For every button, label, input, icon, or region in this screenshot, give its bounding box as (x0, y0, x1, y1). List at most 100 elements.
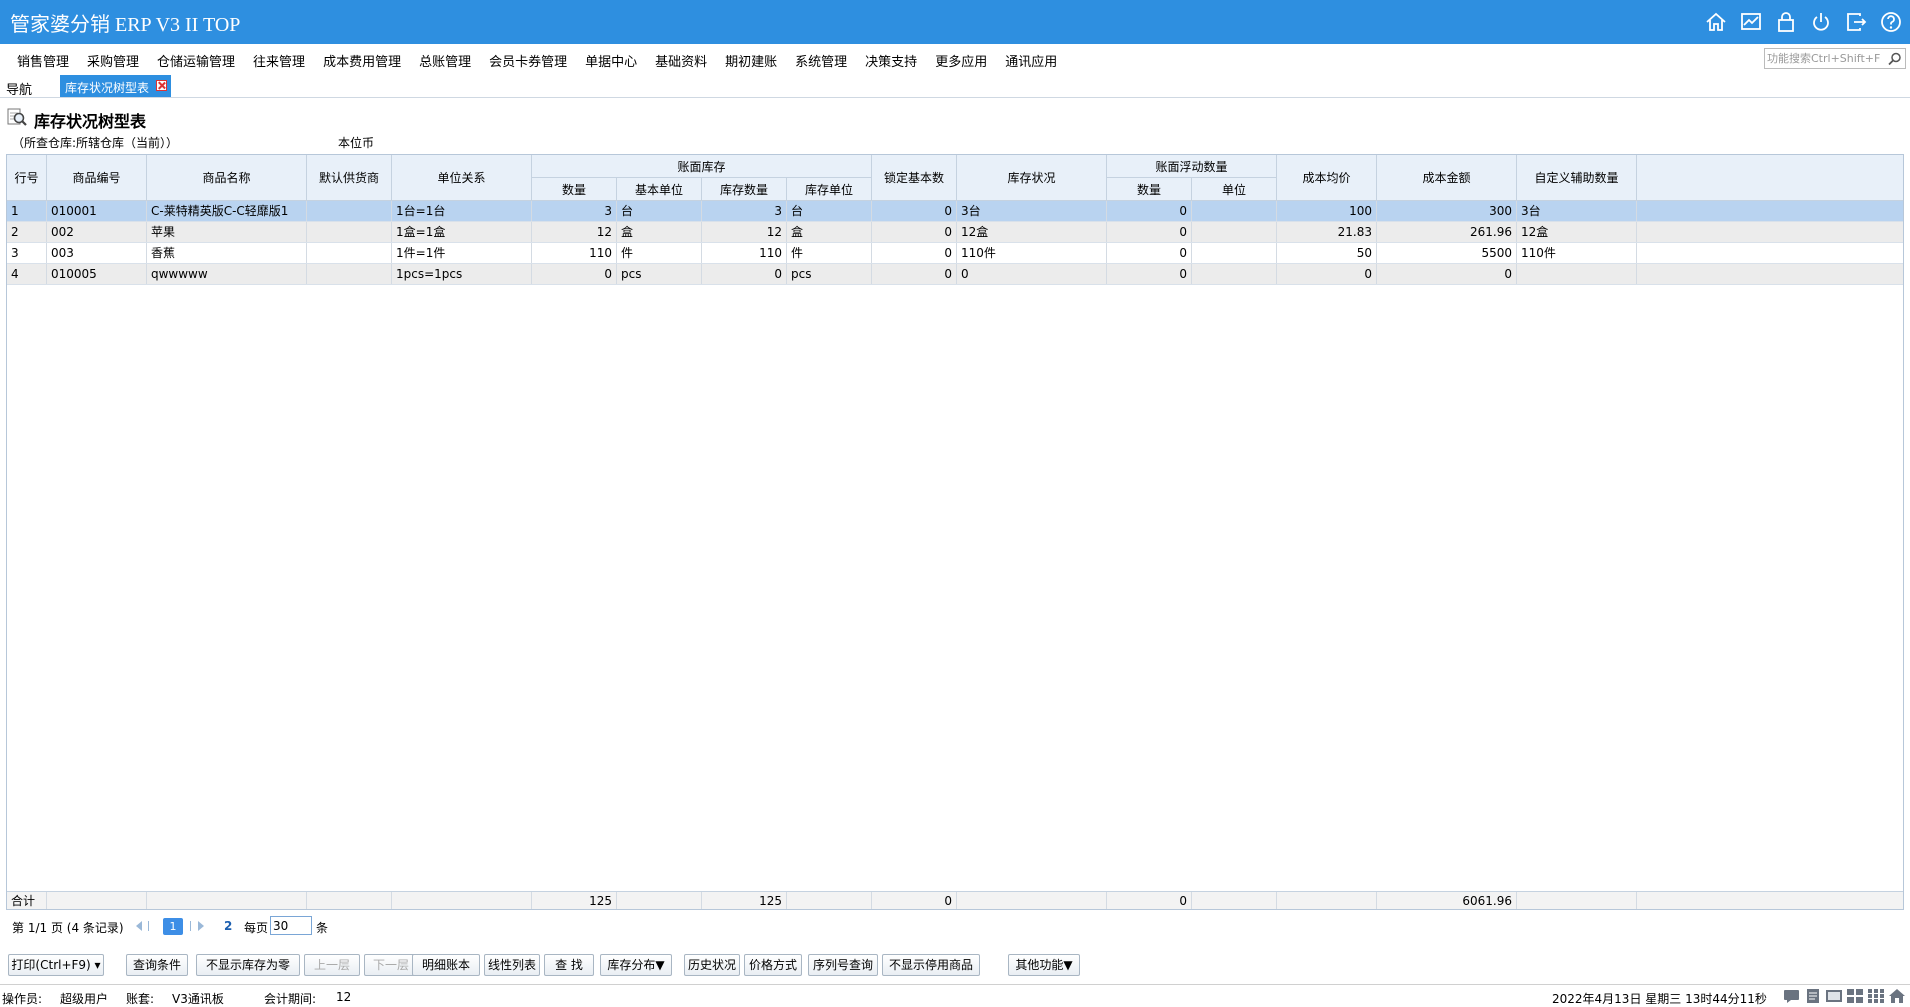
header-name[interactable]: 商品名称 (147, 155, 307, 201)
table-row[interactable]: 4 010005 qwwwww 1pcs=1pcs 0 pcs 0 pcs 0 0 0 0 0 (7, 264, 1903, 285)
toolbar-button-0[interactable]: 打印(Ctrl+F9) ▾ (8, 954, 104, 976)
cell-status: 0 (957, 264, 1107, 284)
home-small-icon[interactable] (1888, 988, 1906, 1004)
header-stock-status[interactable]: 库存状况 (957, 155, 1107, 201)
header-supplier[interactable]: 默认供货商 (307, 155, 392, 201)
header-base-unit[interactable]: 基本单位 (617, 178, 702, 201)
menu-item-5[interactable]: 总账管理 (410, 51, 480, 70)
currency-text: 本位币 (338, 136, 375, 150)
account-label: 账套: (126, 992, 155, 1006)
summary-empty-cell (307, 892, 392, 909)
cell-float-unit (1192, 243, 1277, 263)
summary-empty-cell (1517, 892, 1637, 909)
tab-inventory-tree-report[interactable]: 库存状况树型表 (60, 75, 172, 97)
page-size-input[interactable] (270, 916, 312, 935)
cell-qty: 12 (532, 222, 617, 242)
status-bar: 操作员: 超级用户 账套: V3通讯板 会计期间: 12 2022年4月13日 … (0, 984, 1910, 1007)
header-custom-qty[interactable]: 自定义辅助数量 (1517, 155, 1637, 201)
header-stock-qty[interactable]: 库存数量 (702, 178, 787, 201)
header-locked-base[interactable]: 锁定基本数 (872, 155, 957, 201)
header-float-num[interactable]: 数量 (1107, 178, 1192, 201)
help-icon[interactable] (1878, 9, 1904, 35)
cell-float-num: 0 (1107, 264, 1192, 284)
toolbar-button-9[interactable]: 历史状况 (684, 954, 740, 976)
title-bar: 管家婆分销 ERP V3 II TOP (0, 0, 1910, 44)
menu-item-9[interactable]: 期初建账 (716, 51, 786, 70)
cell-code: 010005 (47, 264, 147, 284)
header-stock-unit[interactable]: 库存单位 (787, 178, 872, 201)
menu-item-0[interactable]: 销售管理 (8, 51, 78, 70)
header-float-unit[interactable]: 单位 (1192, 178, 1277, 201)
power-icon[interactable] (1808, 9, 1834, 35)
close-icon[interactable] (156, 80, 168, 91)
header-unit-relation[interactable]: 单位关系 (392, 155, 532, 201)
toolbar-button-2[interactable]: 不显示库存为零 (196, 954, 300, 976)
header-cost-amount[interactable]: 成本金额 (1377, 155, 1517, 201)
menu-item-13[interactable]: 通讯应用 (996, 51, 1066, 70)
document-icon[interactable] (1804, 988, 1822, 1004)
lock-icon[interactable] (1773, 9, 1799, 35)
toolbar-button-3: 上一层 (304, 954, 360, 976)
page-title: 库存状况树型表 (34, 112, 147, 131)
cell-custom-qty: 110件 (1517, 243, 1637, 263)
toolbar-button-5[interactable]: 明细账本 (412, 954, 480, 976)
toolbar-button-8[interactable]: 库存分布▼ (600, 954, 672, 976)
menu-item-4[interactable]: 成本费用管理 (314, 51, 410, 70)
exit-icon[interactable] (1843, 9, 1869, 35)
tab-navigation[interactable]: 导航 (6, 79, 32, 98)
prev-page-icon[interactable] (136, 921, 142, 931)
cell-float-num: 0 (1107, 222, 1192, 242)
cell-avg-cost: 100 (1277, 201, 1377, 221)
grid-icon[interactable] (1846, 988, 1864, 1004)
table-row[interactable]: 3 003 香蕉 1件=1件 110 件 110 件 0 110件 0 50 5500 110件 (7, 243, 1903, 264)
toolbar-button-7[interactable]: 查 找 (544, 954, 594, 976)
home-icon[interactable] (1703, 9, 1729, 35)
table-row[interactable]: 1 010001 C-莱特精英版C-C轻靡版1 1台=1台 3 台 3 台 0 3台 0 100 300… (7, 201, 1903, 222)
header-avg-cost[interactable]: 成本均价 (1277, 155, 1377, 201)
toolbar-button-1[interactable]: 查询条件 (126, 954, 188, 976)
menu-item-11[interactable]: 决策支持 (856, 51, 926, 70)
chart-icon[interactable] (1738, 9, 1764, 35)
pager-divider (190, 921, 191, 931)
cell-qty: 110 (532, 243, 617, 263)
header-row-no[interactable]: 行号 (7, 155, 47, 201)
page-link[interactable]: 2 (224, 919, 232, 933)
cell-unit-rel: 1台=1台 (392, 201, 532, 221)
cell-base-unit: pcs (617, 264, 702, 284)
summary-stock-qty: 125 (702, 892, 787, 909)
app-title: 管家婆分销 ERP V3 II TOP (10, 14, 241, 36)
menu-item-3[interactable]: 往来管理 (244, 51, 314, 70)
toolbar-button-10[interactable]: 价格方式 (744, 954, 802, 976)
menu-item-1[interactable]: 采购管理 (78, 51, 148, 70)
menu-item-12[interactable]: 更多应用 (926, 51, 996, 70)
cell-code: 002 (47, 222, 147, 242)
menu-item-6[interactable]: 会员卡券管理 (480, 51, 576, 70)
toolbar-button-6[interactable]: 线性列表 (484, 954, 540, 976)
header-code[interactable]: 商品编号 (47, 155, 147, 201)
summary-empty-cell (392, 892, 532, 909)
cell-supplier (307, 201, 392, 221)
toolbar-button-13[interactable]: 其他功能▼ (1008, 954, 1080, 976)
table-row[interactable]: 2 002 苹果 1盒=1盒 12 盒 12 盒 0 12盒 0 21.83 261.96 12盒 (7, 222, 1903, 243)
toolbar-button-11[interactable]: 序列号查询 (808, 954, 878, 976)
screen-icon[interactable] (1825, 988, 1843, 1004)
toolbar-button-12[interactable]: 不显示停用商品 (882, 954, 980, 976)
summary-qty: 125 (532, 892, 617, 909)
header-qty[interactable]: 数量 (532, 178, 617, 201)
current-page-button[interactable]: 1 (163, 918, 183, 935)
cell-stock-qty: 0 (702, 264, 787, 284)
message-icon[interactable] (1783, 988, 1801, 1004)
menu-item-10[interactable]: 系统管理 (786, 51, 856, 70)
function-search-input[interactable] (1767, 50, 1885, 67)
apps-icon[interactable] (1867, 988, 1885, 1004)
tab-label: 库存状况树型表 (65, 81, 150, 95)
cell-cost-amount: 300 (1377, 201, 1517, 221)
cell-row-no: 1 (7, 201, 47, 221)
menu-item-8[interactable]: 基础资料 (646, 51, 716, 70)
cell-stock-unit: 台 (787, 201, 872, 221)
pager-divider (148, 921, 149, 931)
search-icon[interactable] (1887, 51, 1903, 67)
menu-item-2[interactable]: 仓储运输管理 (148, 51, 244, 70)
menu-item-7[interactable]: 单据中心 (576, 51, 646, 70)
next-page-icon[interactable] (198, 921, 204, 931)
